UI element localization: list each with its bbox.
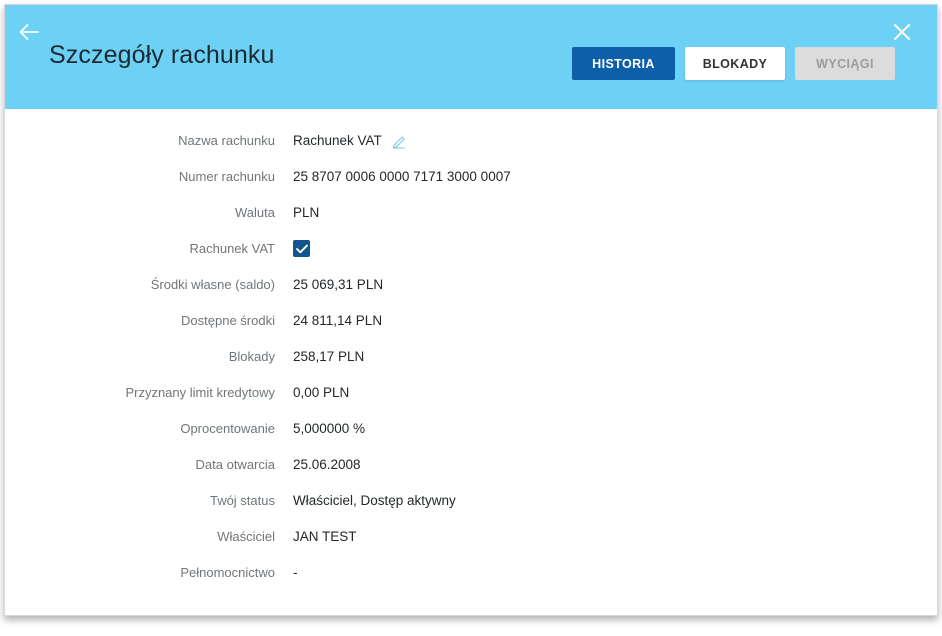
detail-value: 25 8707 0006 0000 7171 3000 0007 [293, 169, 511, 184]
detail-label: Blokady [228, 349, 275, 364]
close-icon[interactable] [889, 19, 915, 45]
detail-value: 5,000000 % [293, 421, 366, 436]
history-button[interactable]: HISTORIA [572, 47, 675, 80]
detail-row-blocks: Blokady 258,17 PLN [5, 347, 937, 383]
detail-row-your-status: Twój status Właściciel, Dostęp aktywny [5, 491, 937, 527]
detail-value: 258,17 PLN [293, 349, 365, 364]
detail-row-own-funds: Środki własne (saldo) 25 069,31 PLN [5, 275, 937, 311]
account-details-window: Szczegóły rachunku HISTORIA BLOKADY WYCI… [4, 4, 938, 616]
detail-value [293, 239, 937, 257]
detail-label: Numer rachunku [178, 169, 275, 184]
detail-row-credit-limit: Przyznany limit kredytowy 0,00 PLN [5, 383, 937, 419]
vat-account-checkbox[interactable] [293, 240, 310, 257]
detail-label: Waluta [235, 205, 275, 220]
detail-row-available-funds: Dostępne środki 24 811,14 PLN [5, 311, 937, 347]
detail-value: 0,00 PLN [293, 385, 350, 400]
detail-row-currency: Waluta PLN [5, 203, 937, 239]
detail-label: Oprocentowanie [180, 421, 275, 436]
account-name-value: Rachunek VAT [293, 133, 382, 148]
detail-label: Właściciel [217, 529, 275, 544]
detail-label: Nazwa rachunku [178, 133, 275, 148]
detail-value: 25 069,31 PLN [293, 277, 384, 292]
account-details-list: Nazwa rachunku Rachunek VAT Numer rachun… [5, 109, 937, 599]
page-title: Szczegóły rachunku [49, 41, 275, 69]
detail-row-account-number: Numer rachunku 25 8707 0006 0000 7171 30… [5, 167, 937, 203]
statements-button: WYCIĄGI [795, 47, 895, 80]
detail-label: Przyznany limit kredytowy [125, 385, 275, 400]
detail-row-owner: Właściciel JAN TEST [5, 527, 937, 563]
header-action-buttons: HISTORIA BLOKADY WYCIĄGI [572, 47, 895, 80]
detail-value: Właściciel, Dostęp aktywny [293, 493, 456, 508]
pencil-edit-icon[interactable] [392, 134, 407, 149]
blocks-button[interactable]: BLOKADY [685, 47, 785, 80]
detail-label: Pełnomocnictwo [180, 565, 275, 580]
detail-row-vat-account: Rachunek VAT [5, 239, 937, 275]
detail-label: Data otwarcia [195, 457, 275, 472]
detail-label: Dostępne środki [181, 313, 275, 328]
detail-value: Rachunek VAT [293, 131, 937, 151]
page-header: Szczegóły rachunku HISTORIA BLOKADY WYCI… [5, 5, 937, 109]
detail-label: Rachunek VAT [189, 241, 275, 256]
detail-label: Twój status [209, 493, 275, 508]
detail-row-opening-date: Data otwarcia 25.06.2008 [5, 455, 937, 491]
detail-value: PLN [293, 205, 320, 220]
back-arrow-icon[interactable] [17, 19, 43, 45]
detail-value: 24 811,14 PLN [293, 313, 383, 328]
detail-label: Środki własne (saldo) [150, 277, 275, 292]
detail-value: JAN TEST [293, 529, 357, 544]
detail-value: - [293, 565, 298, 580]
detail-value: 25.06.2008 [293, 457, 361, 472]
detail-row-account-name: Nazwa rachunku Rachunek VAT [5, 131, 937, 167]
detail-row-power-of-attorney: Pełnomocnictwo - [5, 563, 937, 599]
detail-row-interest-rate: Oprocentowanie 5,000000 % [5, 419, 937, 455]
